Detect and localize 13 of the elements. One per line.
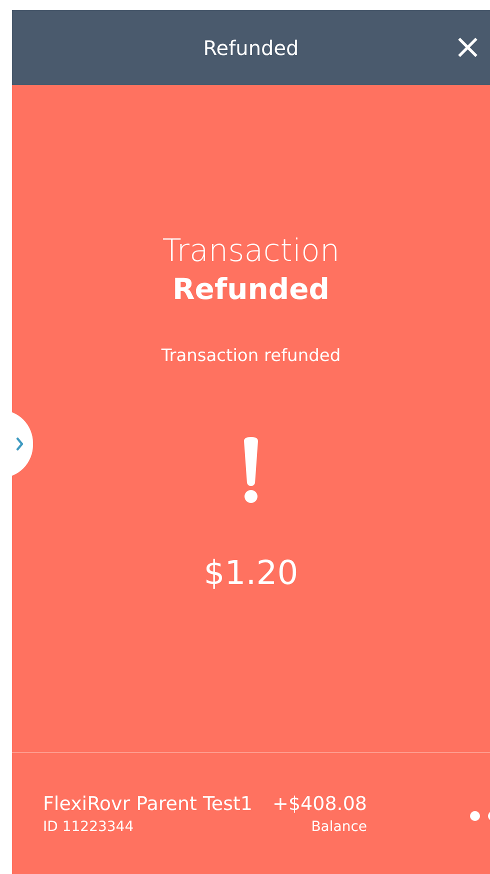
exclamation-icon (242, 437, 260, 503)
balance-amount: +$408.08 (272, 792, 368, 816)
result-message: Transaction refunded (161, 345, 341, 368)
result-status: Refunded (172, 271, 330, 308)
account-name: FlexiRovr Parent Test1 (43, 792, 253, 816)
account-id: ID 11223344 (43, 818, 134, 836)
balance-label: Balance (311, 818, 368, 836)
transaction-amount: $1.20 (204, 553, 298, 593)
more-icon[interactable] (470, 810, 490, 822)
chevron-icon (16, 437, 23, 451)
close-button[interactable]: × (454, 32, 482, 62)
screen-title: Refunded (203, 36, 299, 60)
result-title: Transaction (162, 232, 340, 270)
